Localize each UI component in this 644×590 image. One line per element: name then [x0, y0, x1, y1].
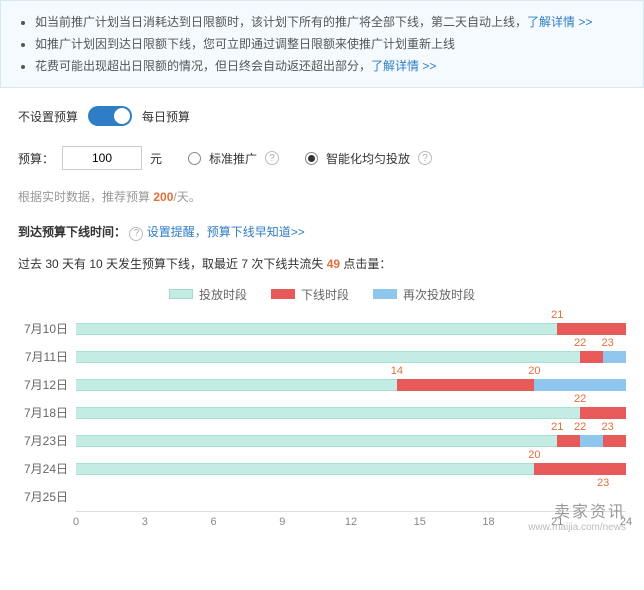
x-tick: 18 [482, 516, 494, 528]
chart-row: 7月24日20 [18, 455, 626, 483]
toggle-left-label: 不设置预算 [18, 108, 78, 125]
budget-label: 预算： [18, 150, 54, 167]
y-label: 7月10日 [18, 320, 76, 337]
x-tick: 15 [414, 516, 426, 528]
radio-smart-label: 智能化均匀投放 [326, 150, 410, 167]
y-label: 7月25日 [18, 488, 76, 505]
radio-smart[interactable] [305, 152, 318, 165]
info-link[interactable]: 了解详情 >> [527, 15, 592, 29]
legend-re: 再次投放时段 [373, 286, 475, 303]
budget-row: 预算： 元 标准推广 ? 智能化均匀投放 ? [18, 146, 626, 170]
value-label: 14 [391, 365, 403, 377]
y-label: 7月18日 [18, 404, 76, 421]
value-label: 20 [528, 365, 540, 377]
budget-toggle[interactable] [88, 106, 132, 126]
chart-row: 7月25日23 [18, 483, 626, 511]
bar-area: 2223 [76, 351, 626, 363]
legend-off: 下线时段 [271, 286, 349, 303]
segment-off [580, 407, 626, 419]
stats-text: 过去 30 天有 10 天发生预算下线，取最近 7 次下线共流失 49 点击量： [18, 255, 626, 272]
value-label: 20 [528, 449, 540, 461]
bar-area: 212223 [76, 435, 626, 447]
x-tick: 0 [73, 516, 79, 528]
segment-active [76, 323, 557, 335]
info-link[interactable]: 了解详情 >> [371, 59, 436, 73]
segment-off [557, 323, 626, 335]
budget-input[interactable] [62, 146, 142, 170]
info-box: 如当前推广计划当日消耗达到日限额时，该计划下所有的推广将全部下线，第二天自动上线… [0, 0, 644, 88]
x-tick: 21 [551, 516, 563, 528]
value-label: 21 [551, 309, 563, 321]
info-item: 花费可能出现超出日限额的情况，但日终会自动返还超出部分，了解详情 >> [35, 55, 629, 77]
segment-active [76, 407, 580, 419]
offline-row: 到达预算下线时间： ? 设置提醒，预算下线早知道>> [18, 223, 626, 241]
x-tick: 9 [279, 516, 285, 528]
segment-off [557, 435, 580, 447]
chart-row: 7月18日22 [18, 399, 626, 427]
value-label: 22 [574, 337, 586, 349]
segment-active [76, 463, 534, 475]
segment-active [76, 351, 580, 363]
x-tick: 6 [210, 516, 216, 528]
y-label: 7月23日 [18, 432, 76, 449]
radio-standard-label: 标准推广 [209, 150, 257, 167]
segment-off [397, 379, 535, 391]
offline-link-remind[interactable]: 设置提醒， [147, 225, 207, 239]
help-icon[interactable]: ? [265, 151, 279, 165]
segment-off [603, 435, 626, 447]
bar-area: 22 [76, 407, 626, 419]
bar-area: 23 [76, 491, 626, 503]
segment-active [76, 435, 557, 447]
x-tick: 3 [142, 516, 148, 528]
x-tick: 24 [620, 516, 632, 528]
x-axis: 03691215182124 [76, 511, 626, 531]
segment-re [580, 435, 603, 447]
segment-re [534, 379, 626, 391]
offline-link-more[interactable]: 预算下线早知道>> [207, 225, 305, 239]
x-tick: 12 [345, 516, 357, 528]
value-label: 23 [597, 477, 609, 489]
y-label: 7月11日 [18, 348, 76, 365]
legend-active: 投放时段 [169, 286, 247, 303]
chart-row: 7月12日1420 [18, 371, 626, 399]
y-label: 7月12日 [18, 376, 76, 393]
toggle-right-label: 每日预算 [142, 108, 190, 125]
value-label: 22 [574, 393, 586, 405]
chart-legend: 投放时段 下线时段 再次投放时段 [18, 286, 626, 303]
segment-off [534, 463, 626, 475]
help-icon[interactable]: ? [418, 151, 432, 165]
info-item: 如当前推广计划当日消耗达到日限额时，该计划下所有的推广将全部下线，第二天自动上线… [35, 11, 629, 33]
radio-standard[interactable] [188, 152, 201, 165]
offline-label: 到达预算下线时间： [18, 225, 126, 239]
value-label: 21 [551, 421, 563, 433]
value-label: 22 [574, 421, 586, 433]
budget-unit: 元 [150, 150, 162, 167]
bar-area: 21 [76, 323, 626, 335]
timeline-chart: 7月10日217月11日22237月12日14207月18日227月23日212… [0, 315, 644, 541]
bar-area: 1420 [76, 379, 626, 391]
value-label: 23 [602, 337, 614, 349]
value-label: 23 [602, 421, 614, 433]
y-label: 7月24日 [18, 460, 76, 477]
budget-toggle-row: 不设置预算 每日预算 [18, 106, 626, 126]
info-item: 如推广计划因到达日限额下线，您可立即通过调整日限额来使推广计划重新上线 [35, 33, 629, 55]
help-icon[interactable]: ? [129, 227, 143, 241]
segment-off [580, 351, 603, 363]
bar-area: 20 [76, 463, 626, 475]
recommend-text: 根据实时数据，推荐预算 200/天。 [18, 188, 626, 205]
chart-row: 7月10日21 [18, 315, 626, 343]
segment-active [76, 379, 397, 391]
segment-re [603, 351, 626, 363]
